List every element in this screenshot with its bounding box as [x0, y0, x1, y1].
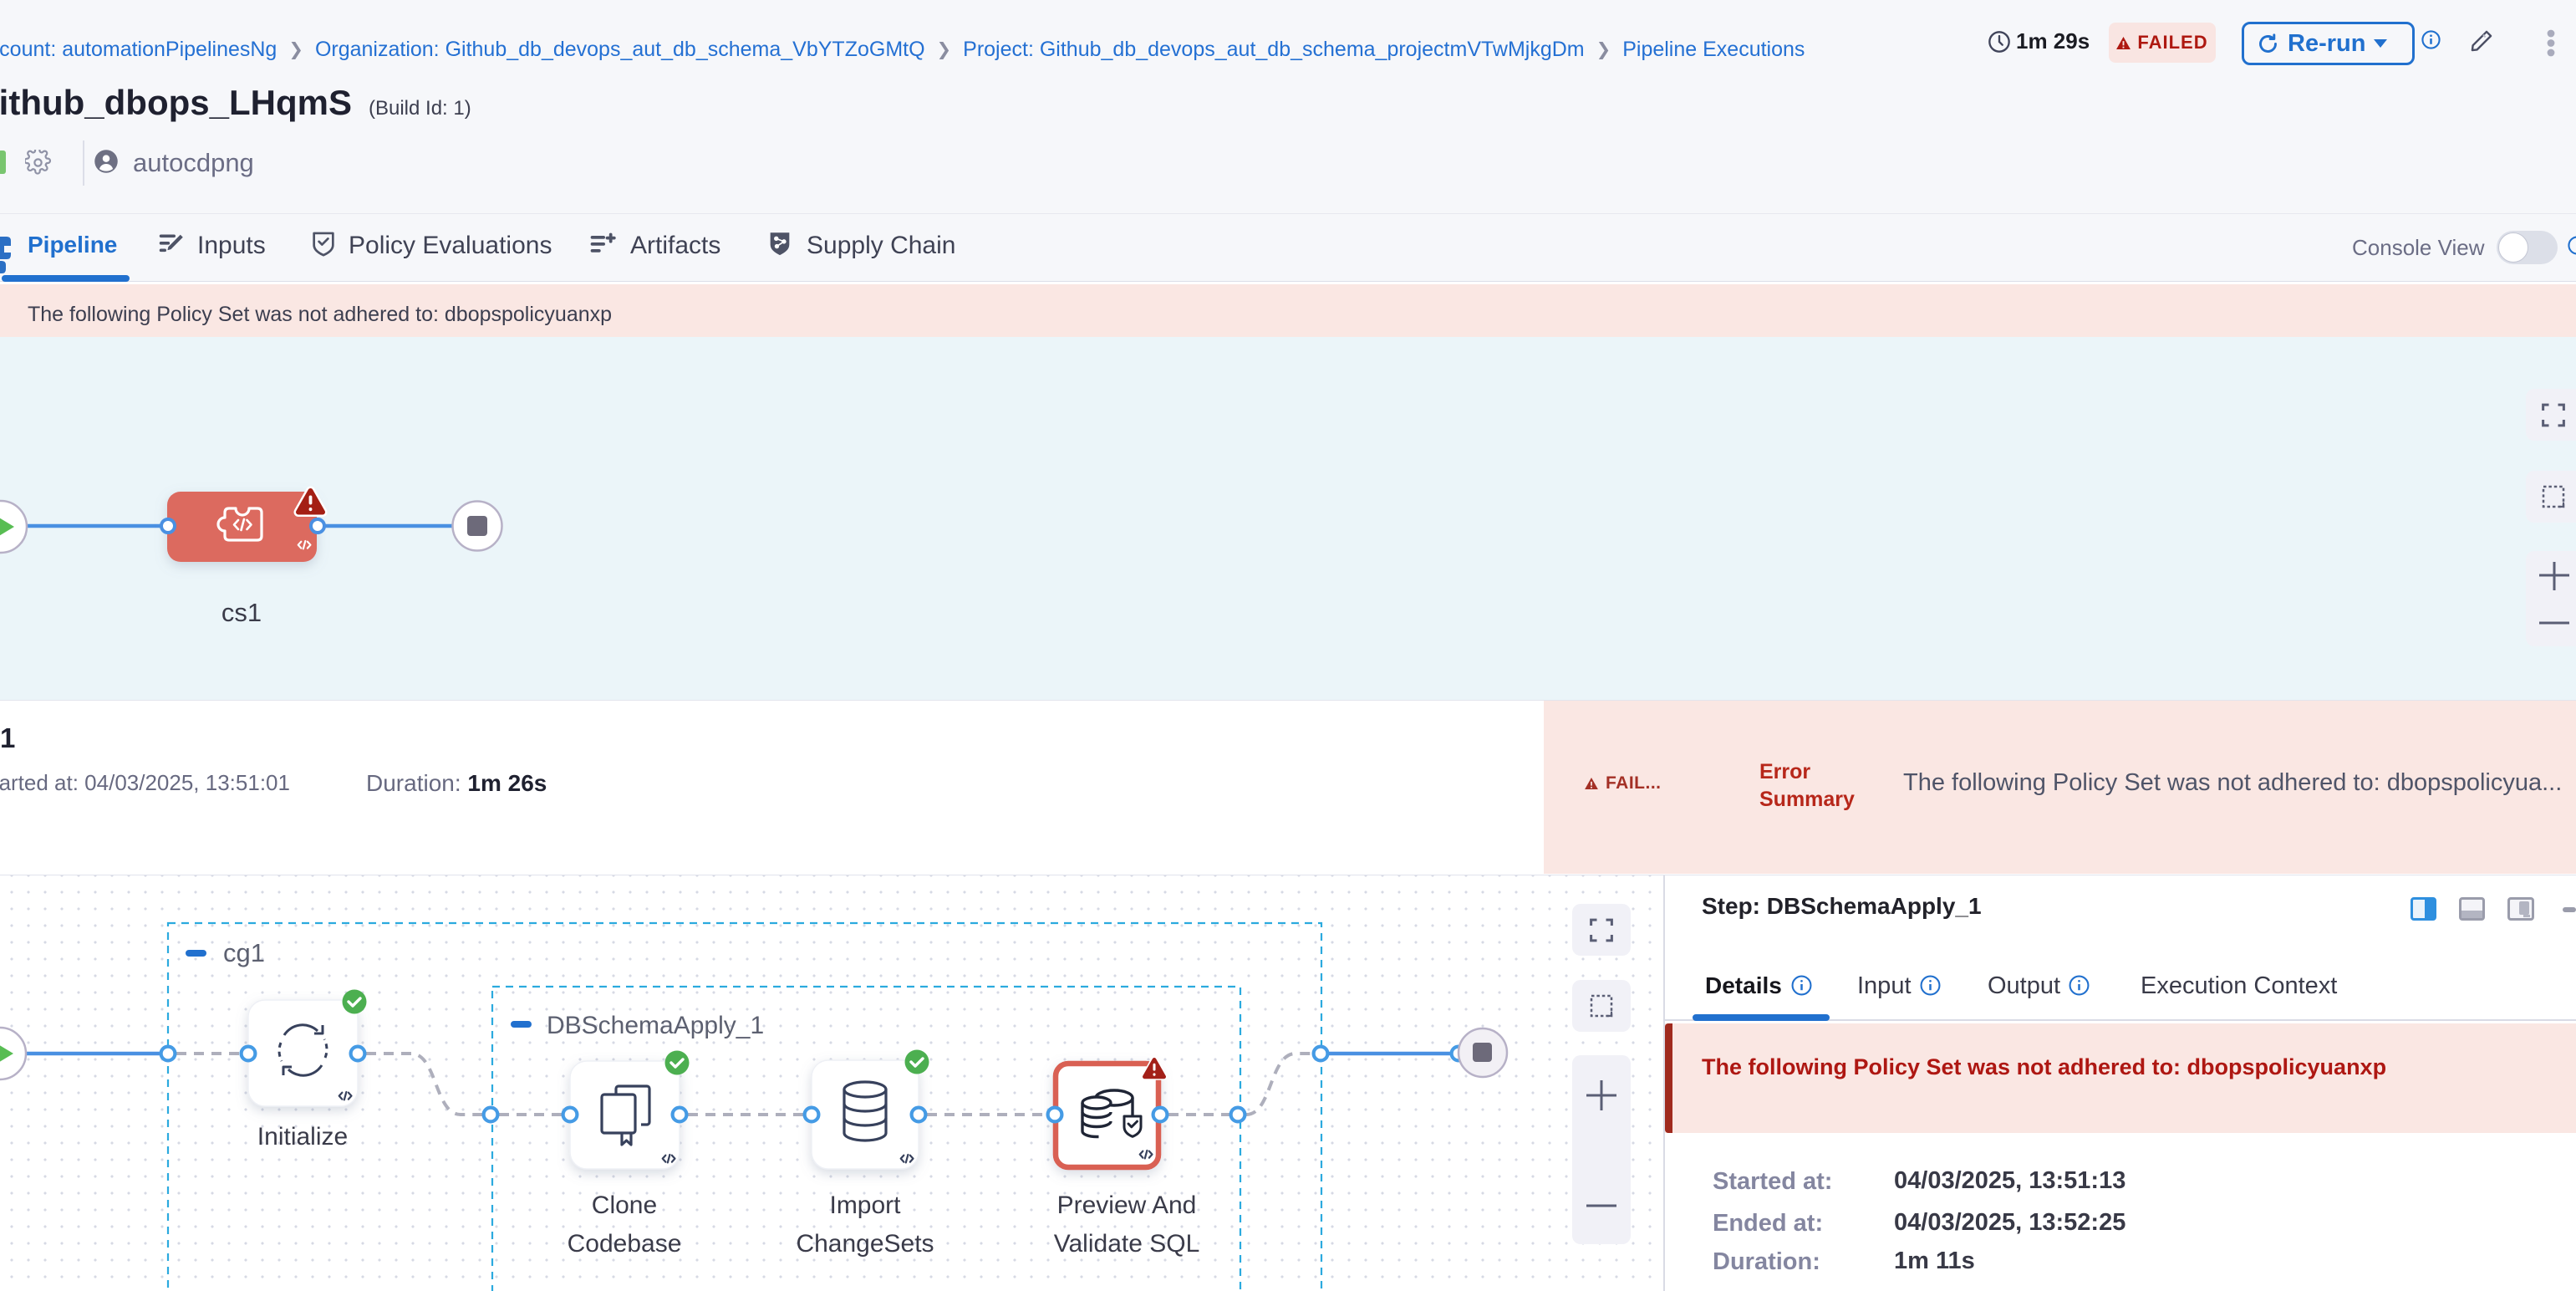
svg-text:Codebase: Codebase — [568, 1230, 682, 1258]
svg-text:Initialize: Initialize — [257, 1123, 348, 1151]
svg-text:DBSchemaApply_1: DBSchemaApply_1 — [547, 1012, 764, 1039]
svg-text:Validate SQL: Validate SQL — [1054, 1230, 1200, 1258]
svg-text:cs1: cs1 — [221, 598, 262, 627]
svg-text:cg1: cg1 — [223, 938, 265, 967]
svg-text:ChangeSets: ChangeSets — [796, 1230, 934, 1258]
svg-text:Preview And: Preview And — [1057, 1191, 1197, 1219]
svg-text:Clone: Clone — [592, 1191, 657, 1219]
svg-text:Import: Import — [829, 1191, 901, 1219]
